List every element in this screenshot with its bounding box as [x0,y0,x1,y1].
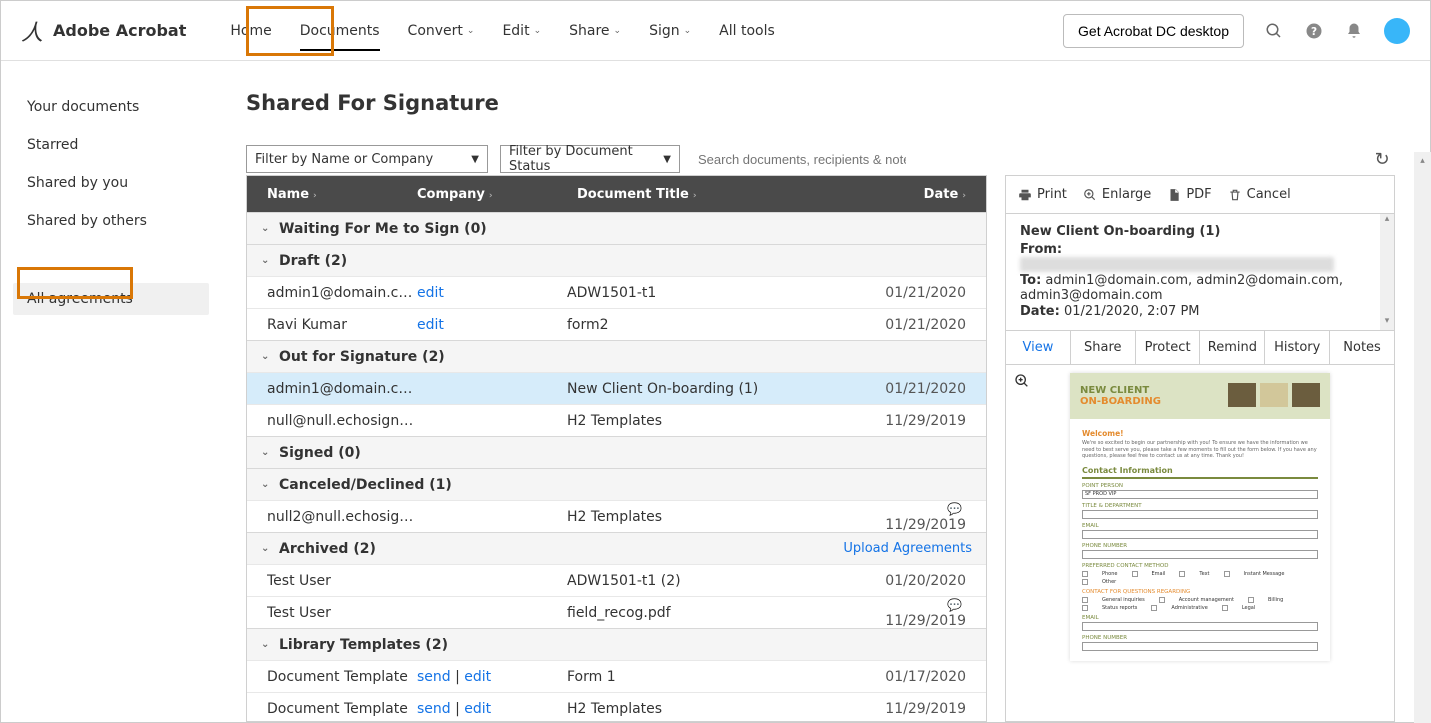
sidebar-item-shared-by-you[interactable]: Shared by you [13,167,209,199]
detail-toolbar: Print Enlarge PDF Cancel [1006,176,1394,214]
document-preview[interactable]: NEW CLIENTON-BOARDING Welcome! We're so … [1070,373,1330,661]
sidebar-item-starred[interactable]: Starred [13,129,209,161]
upload-agreements-link[interactable]: Upload Agreements [843,541,972,556]
table-row[interactable]: Test Userfield_recog.pdf💬11/29/2019 [247,596,986,628]
col-date[interactable]: Date [924,187,959,202]
table-row[interactable]: Document Templatesend | editH2 Templates… [247,692,986,722]
page-title: Shared For Signature [246,91,1395,115]
avatar[interactable] [1384,18,1410,44]
filter-row: Filter by Name or Company▼ Filter by Doc… [246,145,1395,173]
enlarge-button[interactable]: Enlarge [1083,187,1151,202]
comment-icon: 💬 [947,598,962,612]
nav-home[interactable]: Home [216,5,285,57]
zoom-icon[interactable] [1014,373,1030,393]
filter-name-label: Filter by Name or Company [255,152,433,167]
comment-icon: 💬 [947,502,962,516]
reload-icon[interactable]: ↻ [1369,146,1395,172]
search-icon[interactable] [1264,21,1284,41]
sidebar: Your documents Starred Shared by you Shared… [1,61,221,722]
pdf-button[interactable]: PDF [1167,187,1211,202]
preview-area: NEW CLIENTON-BOARDING Welcome! We're so … [1006,365,1394,721]
get-desktop-button[interactable]: Get Acrobat DC desktop [1063,14,1244,48]
top-header: 人 Adobe Acrobat HomeDocumentsConvert⌄Edi… [1,1,1430,61]
header-right: Get Acrobat DC desktop ? [1063,14,1410,48]
nav-convert[interactable]: Convert⌄ [394,5,489,57]
table-row[interactable]: admin1@domain.comNew Client On-boarding … [247,372,986,404]
print-button[interactable]: Print [1018,187,1067,202]
help-icon[interactable]: ? [1304,21,1324,41]
filter-status-select[interactable]: Filter by Document Status▼ [500,145,680,173]
notifications-icon[interactable] [1344,21,1364,41]
sidebar-item-your-documents[interactable]: Your documents [13,91,209,123]
detail-tabs: ViewShareProtectRemindHistoryNotes [1006,331,1394,365]
detail-date: 01/21/2020, 2:07 PM [1064,304,1200,319]
sidebar-item-shared-by-others[interactable]: Shared by others [13,205,209,237]
detail-title: New Client On-boarding (1) [1020,224,1380,239]
redacted-from: xxxxxxxxxxxxxxxxxxxx [1020,257,1334,272]
sidebar-item-all-agreements[interactable]: All agreements [13,283,209,315]
search-input[interactable] [692,146,912,173]
tab-notes[interactable]: Notes [1330,331,1394,364]
meta-scrollbar[interactable]: ▴ ▾ [1380,214,1394,330]
acrobat-icon: 人 [21,15,43,47]
filter-status-label: Filter by Document Status [509,144,663,174]
group-row[interactable]: ⌄Waiting For Me to Sign (0) [247,212,986,244]
filter-name-select[interactable]: Filter by Name or Company▼ [246,145,488,173]
detail-panel: Print Enlarge PDF Cancel New Client On-b… [1005,175,1395,722]
columns: Name› Company› Document Title› Date› ⌄Wa… [246,175,1395,722]
svg-text:?: ? [1311,25,1317,37]
main-scrollbar[interactable]: ▴ [1414,152,1430,722]
tab-remind[interactable]: Remind [1200,331,1265,364]
group-row[interactable]: ⌄Draft (2) [247,244,986,276]
detail-to: admin1@domain.com, admin2@domain.com, ad… [1020,273,1343,303]
group-row[interactable]: ⌄Archived (2)Upload Agreements [247,532,986,564]
tab-share[interactable]: Share [1071,331,1136,364]
tab-protect[interactable]: Protect [1136,331,1201,364]
nav-edit[interactable]: Edit⌄ [488,5,555,57]
main-content: Shared For Signature Filter by Name or C… [221,61,1430,722]
col-company[interactable]: Company [417,187,485,202]
group-row[interactable]: ⌄Out for Signature (2) [247,340,986,372]
list-header: Name› Company› Document Title› Date› [247,176,986,212]
product-name: Adobe Acrobat [53,21,186,40]
table-row[interactable]: Document Templatesend | editForm 101/17/… [247,660,986,692]
table-row[interactable]: null@null.echosignmail.c...H2 Templates1… [247,404,986,436]
group-row[interactable]: ⌄Canceled/Declined (1) [247,468,986,500]
table-row[interactable]: admin1@domain.comeditADW1501-t101/21/202… [247,276,986,308]
agreements-list: Name› Company› Document Title› Date› ⌄Wa… [246,175,987,722]
cancel-button[interactable]: Cancel [1228,187,1291,202]
col-name[interactable]: Name [267,187,309,202]
tab-view[interactable]: View [1006,331,1071,364]
tab-history[interactable]: History [1265,331,1330,364]
nav-sign[interactable]: Sign⌄ [635,5,705,57]
main-nav: HomeDocumentsConvert⌄Edit⌄Share⌄Sign⌄All… [216,5,788,57]
nav-all-tools[interactable]: All tools [705,5,789,57]
table-row[interactable]: Test UserADW1501-t1 (2)01/20/2020 [247,564,986,596]
group-row[interactable]: ⌄Library Templates (2) [247,628,986,660]
col-title[interactable]: Document Title [577,187,689,202]
nav-share[interactable]: Share⌄ [555,5,635,57]
nav-documents[interactable]: Documents [286,5,394,57]
detail-meta: New Client On-boarding (1) From: xxxxxxx… [1006,214,1394,331]
product-logo: 人 Adobe Acrobat [21,15,186,47]
table-row[interactable]: Ravi Kumareditform201/21/2020 [247,308,986,340]
group-row[interactable]: ⌄Signed (0) [247,436,986,468]
app-body: Your documents Starred Shared by you Shared… [1,61,1430,722]
table-row[interactable]: null2@null.echosignmail....H2 Templates💬… [247,500,986,532]
